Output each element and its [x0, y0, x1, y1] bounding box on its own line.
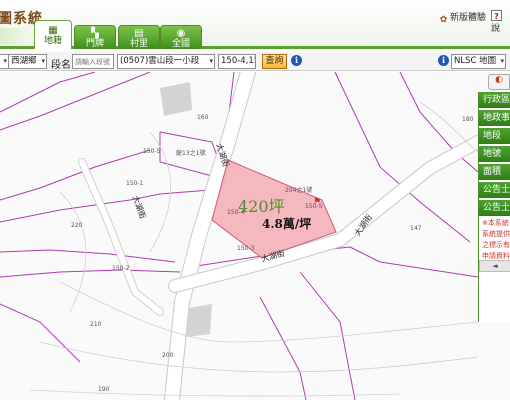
road-main	[79, 159, 163, 315]
new-version-label: 新版體驗	[450, 13, 487, 23]
parcel-label: 150-3	[237, 245, 255, 252]
section-number-input[interactable]	[72, 54, 114, 69]
parcel-number-value: 150-4,150-	[221, 56, 255, 66]
parcel-label: 150-5	[143, 148, 161, 155]
disclaimer-line: 之標示有	[482, 241, 510, 249]
tab-label: 全國	[171, 39, 190, 49]
side-item-district[interactable]: 行政區	[479, 92, 510, 108]
section-label: 段名	[51, 60, 71, 71]
swirl-icon: ✿	[439, 15, 448, 25]
contour-label: 190	[98, 386, 110, 393]
basemap-select[interactable]: NLSC 地圖 ▾	[451, 54, 506, 69]
help-icon: ?	[491, 10, 502, 21]
app-window: 圖系統 ▦ 地籍 ▚ 門牌 ▤ 村里 ◉ 全國 ✿ 新版體驗 ?說 ▾ 西湖鄉 ▾ …	[0, 0, 510, 400]
boundary-line	[0, 303, 81, 363]
parcel-label: 150-2	[112, 265, 130, 272]
side-item-land-office[interactable]: 地政事	[479, 110, 510, 126]
contour-label: 200	[162, 352, 174, 359]
doorplate-icon: ▚	[91, 28, 99, 39]
contour-label: 180	[462, 116, 474, 123]
tab-doorplate[interactable]: ▚ 門牌	[74, 25, 116, 49]
contour-line	[39, 341, 479, 373]
section-value: (0507)雲山段一小段	[120, 56, 200, 66]
contour-line	[59, 281, 479, 343]
town-value: 西湖鄉	[11, 56, 37, 66]
contour-label: 210	[90, 321, 102, 328]
map-canvas[interactable]: 龍13之1號 204之1號 150-1 150-4 150-3 150-2 15…	[0, 72, 510, 400]
boundary-line	[0, 72, 96, 113]
info-icon[interactable]: i	[291, 55, 302, 66]
price-annotation: 4.8萬/坪	[262, 217, 312, 231]
village-icon: ▤	[134, 28, 144, 39]
new-version-link[interactable]: ✿ 新版體驗	[438, 10, 486, 26]
parcel-label: 150-1	[126, 180, 144, 187]
chevron-down-icon: ▾	[209, 57, 213, 65]
disclaimer-line: ※本系統	[482, 219, 509, 227]
parcel-label: 204之1號	[285, 187, 313, 194]
chevron-down-icon: ▾	[500, 57, 504, 65]
town-select[interactable]: 西湖鄉 ▾	[8, 54, 47, 69]
cadastral-icon: ▦	[48, 25, 58, 36]
contour-label: 220	[71, 222, 83, 229]
section-select[interactable]: (0507)雲山段一小段 ▾	[117, 54, 215, 69]
side-item-area[interactable]: 面積	[479, 164, 510, 180]
info-icon[interactable]: i	[438, 55, 449, 66]
boundary-line	[0, 249, 176, 263]
search-toolbar: ▾ 西湖鄉▾ 段名 (0507)雲山段一小段▾ 150-4,150- 查詢 i …	[0, 52, 510, 71]
side-item-announced-price[interactable]: 公告土	[479, 200, 510, 216]
boundary-line	[349, 246, 479, 278]
map-drawing	[0, 72, 485, 400]
basemap-value: NLSC 地圖	[454, 56, 497, 66]
boundary-line	[0, 149, 151, 201]
info-side-panel: 行政區 地政事 地段 地號 面積 公告土 公告土 ※本系統 系統提供 之標示有 …	[478, 92, 510, 322]
layer-toggle-icon[interactable]: ◐	[488, 74, 510, 90]
panel-collapse-button[interactable]: ◄	[479, 260, 510, 272]
parcel-label: 147	[410, 225, 422, 232]
area-annotation: 420坪	[238, 197, 285, 216]
globe-icon: ◉	[176, 28, 186, 39]
tab-label: 地籍	[43, 36, 62, 46]
parcel-label: 龍13之1號	[176, 150, 206, 157]
tab-village[interactable]: ▤ 村里	[118, 25, 160, 49]
tab-label: 村里	[129, 39, 148, 49]
chevron-down-icon: ▾	[3, 57, 7, 65]
side-item-section[interactable]: 地段	[479, 128, 510, 144]
boundary-line	[0, 269, 181, 278]
side-item-announced-value[interactable]: 公告土	[479, 182, 510, 198]
disclaimer-line: 系統提供	[482, 230, 510, 238]
map-pin-icon[interactable]: ⚑	[313, 197, 321, 207]
title-decoration	[0, 28, 30, 44]
chevron-down-icon: ▾	[41, 57, 45, 65]
contour-label: 160	[197, 114, 209, 121]
boundary-line	[259, 296, 307, 400]
boundary-line	[299, 271, 356, 400]
contour-line	[29, 389, 401, 397]
tab-cadastral[interactable]: ▦ 地籍	[34, 20, 72, 49]
help-link[interactable]: ?說	[491, 10, 510, 34]
building-block	[160, 82, 192, 116]
side-item-parcel-number[interactable]: 地號	[479, 146, 510, 162]
tab-national[interactable]: ◉ 全國	[160, 25, 202, 49]
help-label: 說	[491, 24, 501, 34]
header-bar: 圖系統 ▦ 地籍 ▚ 門牌 ▤ 村里 ◉ 全國 ✿ 新版體驗 ?說	[0, 0, 510, 49]
parcel-number-select[interactable]: 150-4,150-	[218, 54, 256, 69]
search-button[interactable]: 查詢	[262, 54, 287, 69]
tab-label: 門牌	[85, 39, 104, 49]
